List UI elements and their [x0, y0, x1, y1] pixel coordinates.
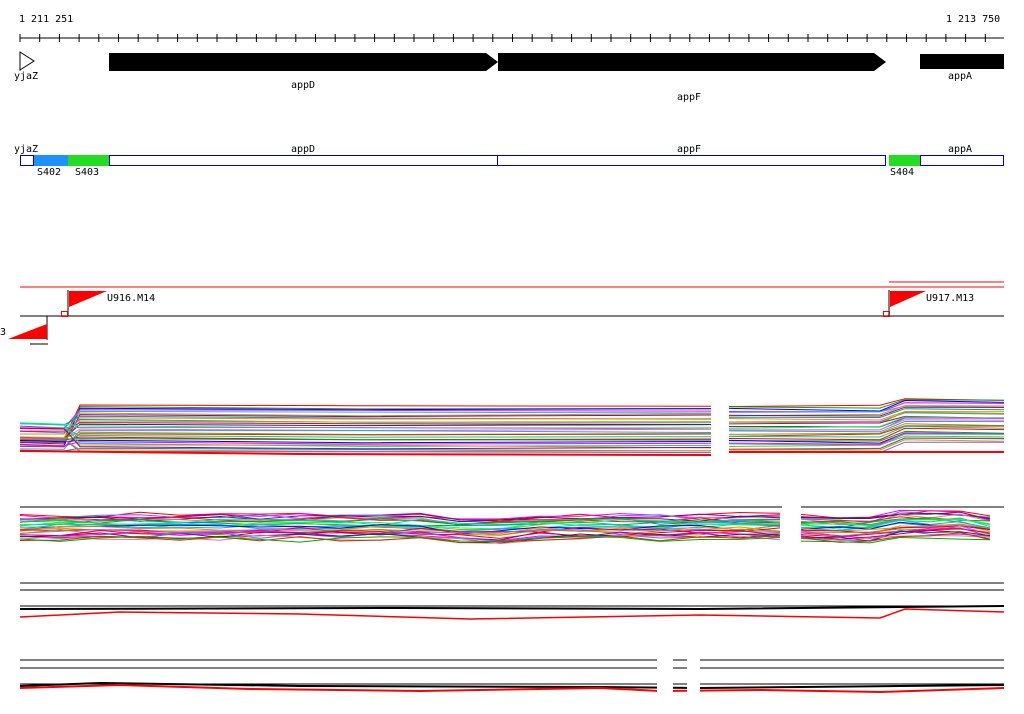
feature-flag-left-partial[interactable]	[8, 324, 47, 339]
segment-appF[interactable]	[497, 155, 886, 166]
segment-appA[interactable]	[920, 155, 1004, 166]
genome-browser-view: 1 211 251 1 213 750 yjaZ appD appF appA …	[0, 0, 1024, 714]
segment-label-appD: appD	[291, 144, 316, 155]
segment-label-yjaZ: yjaZ	[14, 144, 39, 155]
expression-plot-2	[19, 500, 1004, 545]
segment-label-S404: S404	[890, 167, 915, 178]
feature-label-U917: U917.M13	[926, 293, 975, 304]
segment-track	[20, 155, 1004, 166]
position-ruler	[19, 34, 1004, 42]
segment-label-appF: appF	[677, 144, 702, 155]
segment-label-appA: appA	[948, 144, 973, 155]
feature-flag-U916[interactable]	[69, 291, 107, 307]
gene-label-appD: appD	[291, 80, 316, 91]
gene-arrow-appF[interactable]	[498, 53, 886, 71]
gene-arrow-appD[interactable]	[109, 53, 498, 71]
gene-arrow-yjaZ[interactable]	[19, 51, 35, 71]
feature-label-U916: U916.M14	[107, 293, 156, 304]
segment-label-S403: S403	[75, 167, 100, 178]
segment-yjaZ[interactable]	[20, 155, 34, 166]
expression-plot-4	[19, 655, 1005, 695]
segment-appD[interactable]	[109, 155, 498, 166]
expression-plot-3	[19, 582, 1005, 620]
segment-label-S402: S402	[37, 167, 62, 178]
gene-arrow-appA[interactable]	[920, 54, 1004, 69]
gene-label-appF: appF	[677, 92, 702, 103]
segment-S402[interactable]	[34, 155, 68, 166]
feature-label-left-partial: 3	[0, 327, 7, 338]
feature-flag-U917[interactable]	[890, 291, 926, 307]
gene-label-appA: appA	[948, 71, 973, 82]
gene-track	[19, 51, 1004, 71]
track-canvas	[8, 34, 1005, 695]
feature-track	[8, 281, 1004, 345]
segment-S404[interactable]	[889, 155, 920, 166]
gene-label-yjaZ: yjaZ	[14, 71, 39, 82]
expression-plot-1	[19, 398, 1005, 462]
segment-S403[interactable]	[68, 155, 109, 166]
